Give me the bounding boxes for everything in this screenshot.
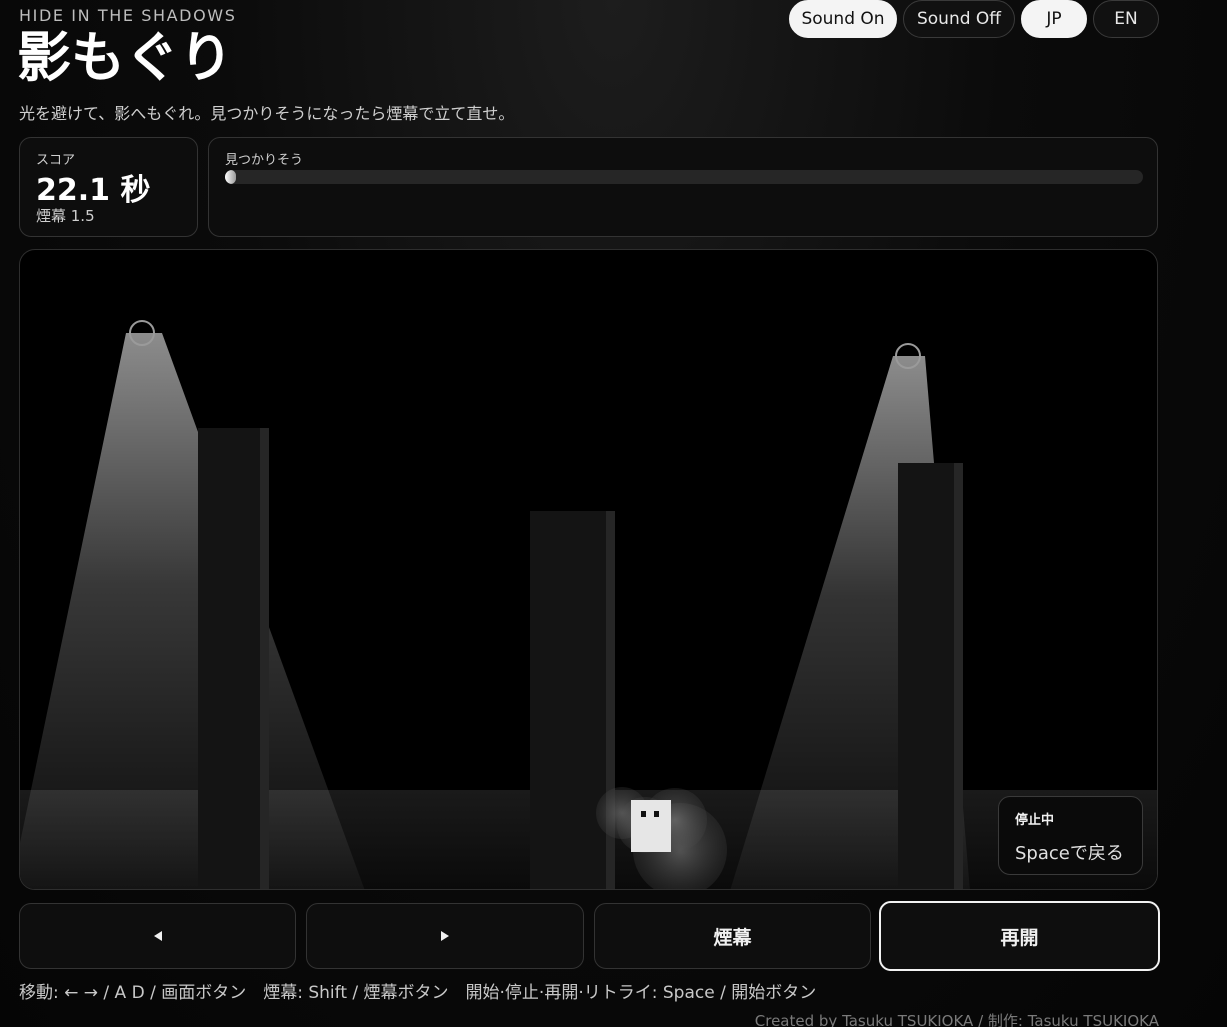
- pillar-right-edge: [954, 463, 963, 889]
- detection-meter: [225, 170, 1143, 184]
- left-light-beam: [20, 333, 365, 889]
- move-left-button[interactable]: [19, 903, 296, 969]
- game-subtitle: 光を避けて、影へもぐれ。見つかりそうになったら煙幕で立て直せ。: [19, 104, 515, 123]
- smoke-count: 煙幕 1.5: [36, 207, 95, 225]
- credit-text: Created by Tasuku TSUKIOKA / 制作: Tasuku …: [754, 1012, 1159, 1027]
- game-canvas: [20, 320, 1157, 889]
- pause-status-title: 停止中: [1015, 813, 1055, 828]
- pillar-center: [530, 511, 606, 889]
- triangle-right-icon: [441, 931, 449, 941]
- pause-status-panel: 停止中 Spaceで戻る: [998, 796, 1143, 875]
- game-page: HIDE IN THE SHADOWS 影もぐり 光を避けて、影へもぐれ。見つか…: [0, 0, 1227, 1027]
- detection-panel: 見つかりそう: [208, 137, 1158, 237]
- game-title: 影もぐり: [17, 26, 233, 89]
- detection-label: 見つかりそう: [225, 153, 304, 168]
- move-right-button[interactable]: [306, 903, 584, 969]
- controls-help-text: 移動: ← → / A D / 画面ボタン 煙幕: Shift / 煙幕ボタン …: [19, 983, 817, 1003]
- pillar-right: [898, 463, 954, 889]
- detection-meter-fill: [225, 170, 237, 184]
- pillar-left-edge: [260, 428, 269, 889]
- control-bar: 煙幕 再開: [19, 901, 1160, 971]
- game-eyebrow: HIDE IN THE SHADOWS: [19, 6, 237, 25]
- pause-status-hint: Spaceで戻る: [1015, 843, 1124, 864]
- score-panel: スコア 22.1 秒 煙幕 1.5: [19, 137, 198, 237]
- language-jp-button[interactable]: JP: [1021, 0, 1087, 38]
- player-ghost-icon: [631, 800, 671, 852]
- language-en-button[interactable]: EN: [1093, 0, 1159, 38]
- resume-button[interactable]: 再開: [879, 901, 1160, 971]
- sound-on-button[interactable]: Sound On: [789, 0, 897, 38]
- sound-off-button[interactable]: Sound Off: [903, 0, 1015, 38]
- triangle-left-icon: [153, 931, 162, 941]
- pillar-left: [198, 428, 260, 889]
- top-button-group: Sound On Sound Off JP EN: [789, 0, 1159, 38]
- smoke-button[interactable]: 煙幕: [594, 903, 871, 969]
- score-value: 22.1 秒: [36, 173, 151, 208]
- game-stage[interactable]: 停止中 Spaceで戻る: [19, 249, 1158, 890]
